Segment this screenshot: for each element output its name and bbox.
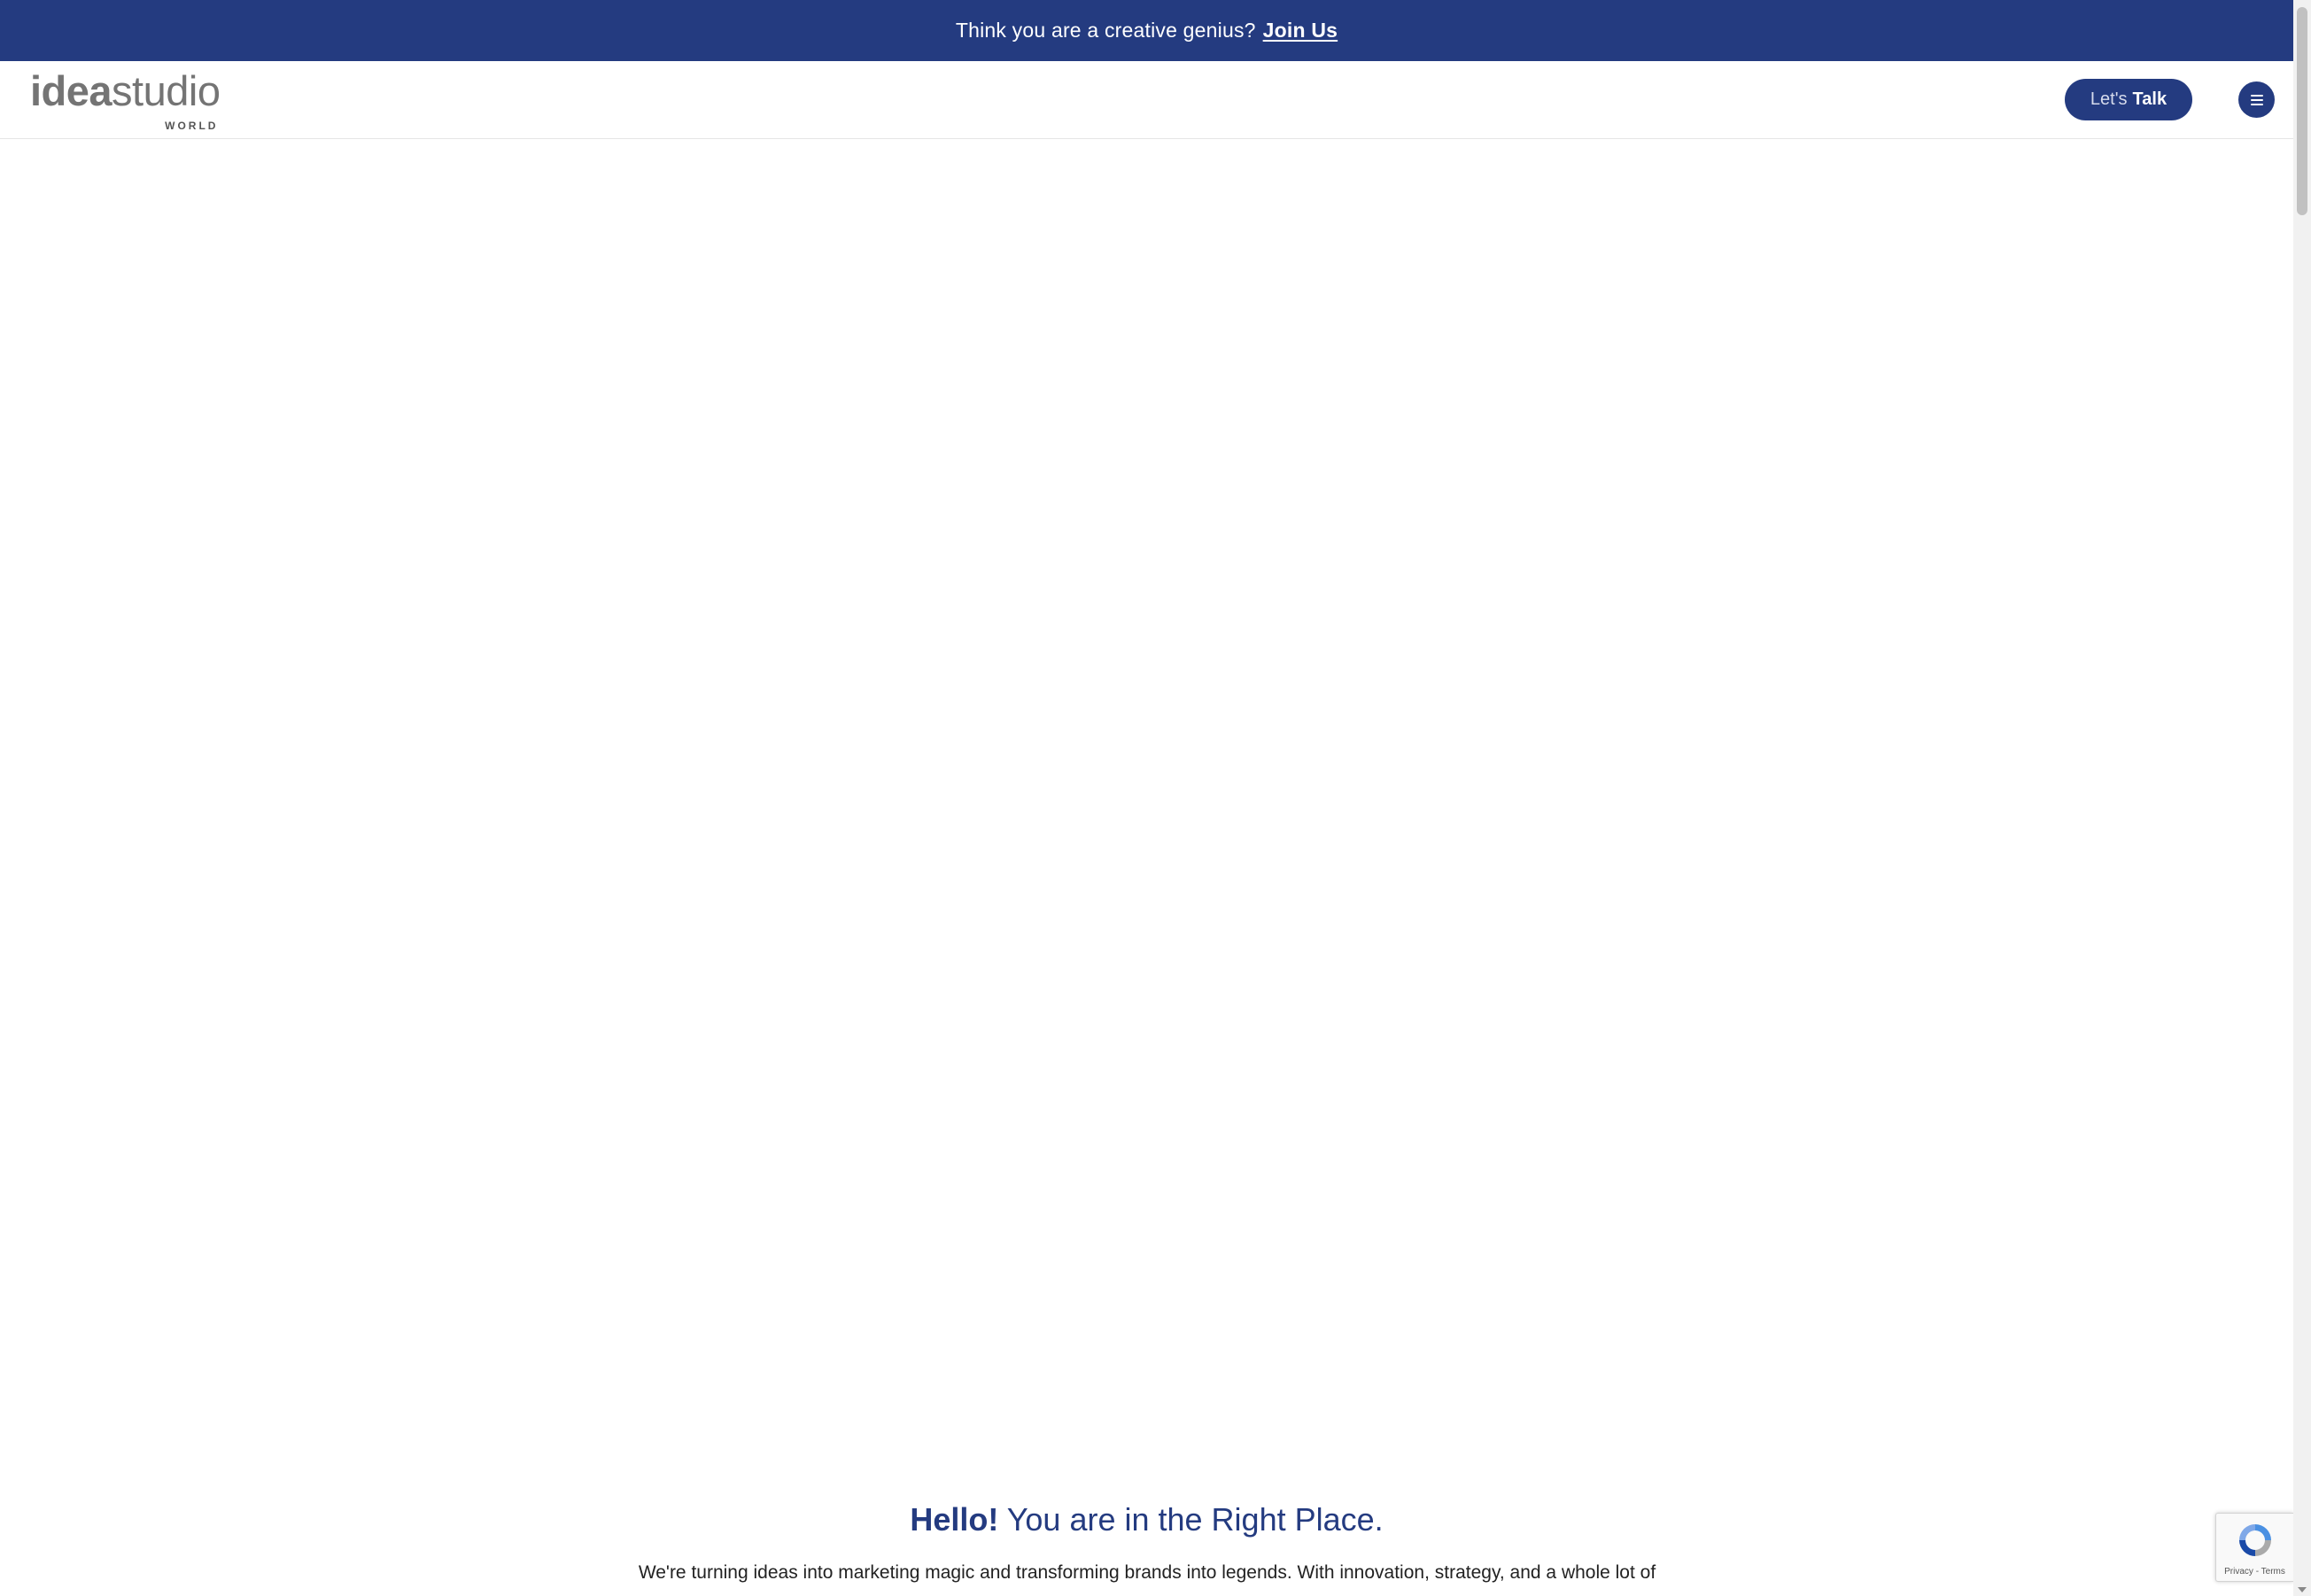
scrollbar-thumb[interactable] bbox=[2297, 7, 2307, 215]
site-header: ideastudio WORLD Let's Talk bbox=[0, 61, 2293, 139]
announcement-bar: Think you are a creative genius? Join Us bbox=[0, 0, 2293, 61]
hero-title: Hello! You are in the Right Place. bbox=[0, 1501, 2293, 1538]
hero-title-rest: You are in the Right Place. bbox=[998, 1501, 1384, 1538]
hero-body-text: We're turning ideas into marketing magic… bbox=[638, 1562, 1656, 1583]
logo-subtitle: WORLD bbox=[165, 120, 219, 132]
recaptcha-badge[interactable]: Privacy - Terms bbox=[2215, 1513, 2293, 1582]
logo-word-bold: idea bbox=[30, 67, 112, 114]
hero-title-bold: Hello! bbox=[910, 1501, 999, 1538]
scroll-down-arrow-icon[interactable] bbox=[2298, 1587, 2307, 1592]
logo-wordmark: ideastudio bbox=[30, 67, 221, 114]
cta-label-light: Let's bbox=[2090, 89, 2128, 109]
menu-button[interactable] bbox=[2238, 81, 2275, 118]
announcement-text: Think you are a creative genius? bbox=[955, 19, 1256, 42]
vertical-scrollbar[interactable] bbox=[2293, 0, 2311, 1596]
join-us-link[interactable]: Join Us bbox=[1263, 19, 1338, 43]
recaptcha-icon bbox=[2239, 1524, 2271, 1556]
lets-talk-button[interactable]: Let's Talk bbox=[2065, 79, 2192, 120]
recaptcha-links[interactable]: Privacy - Terms bbox=[2216, 1567, 2293, 1577]
logo[interactable]: ideastudio WORLD bbox=[30, 67, 221, 131]
page: Think you are a creative genius? Join Us… bbox=[0, 0, 2311, 1596]
cta-label-bold: Talk bbox=[2132, 89, 2168, 109]
hamburger-icon bbox=[2250, 94, 2263, 105]
logo-word-light: studio bbox=[112, 67, 221, 114]
